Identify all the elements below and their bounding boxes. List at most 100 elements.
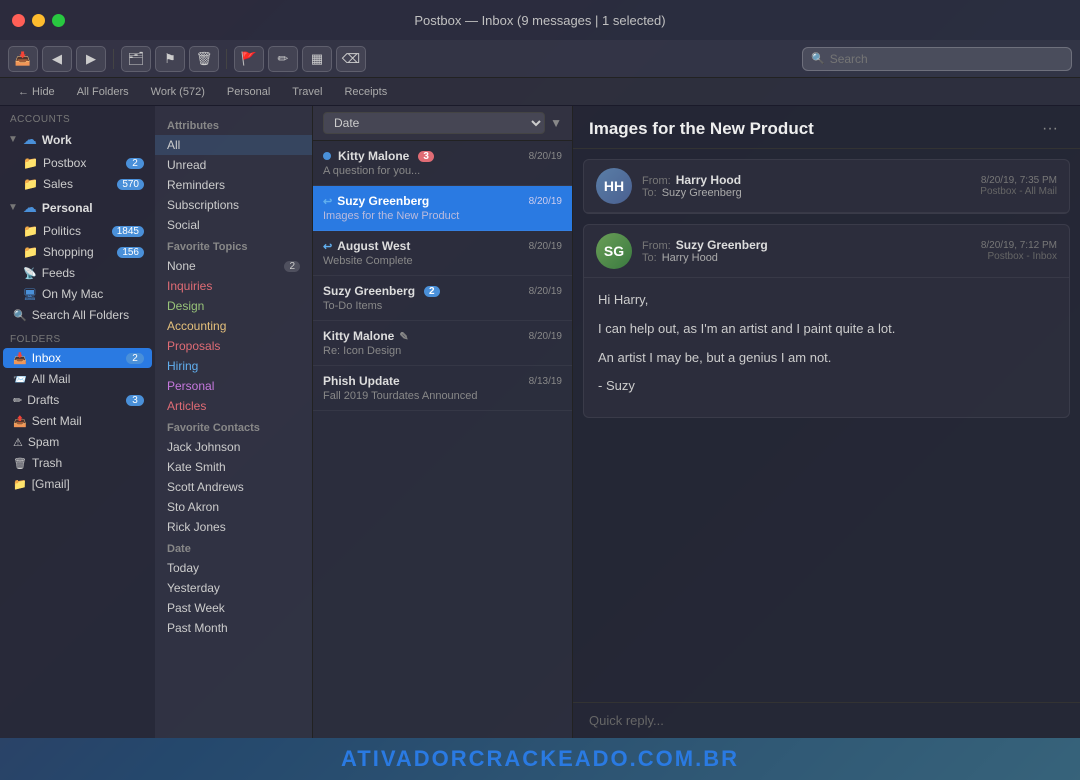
sidebar-item-sales[interactable]: 📁 Sales 570: [3, 174, 152, 194]
work-cloud-icon: ☁: [23, 131, 37, 148]
sidebar-personal-group[interactable]: ▼ ☁ Personal: [0, 195, 155, 220]
email-1-timestamp-block: 8/20/19, 7:35 PM Postbox - All Mail: [980, 175, 1057, 197]
filter-personal[interactable]: Personal: [155, 376, 312, 396]
detail-menu-button[interactable]: ···: [1036, 118, 1064, 140]
message-list: Date ▼ Kitty Malone 3 8/20/19 A question…: [313, 106, 573, 738]
maximize-button[interactable]: [52, 14, 65, 27]
filter-contact-rick[interactable]: Rick Jones: [155, 517, 312, 537]
message-item-1[interactable]: Kitty Malone 3 8/20/19 A question for yo…: [313, 141, 572, 186]
filter-view-button[interactable]: ▦: [302, 46, 332, 72]
filter-past-week[interactable]: Past Week: [155, 598, 312, 618]
minimize-button[interactable]: [32, 14, 45, 27]
drafts-label: Drafts: [27, 393, 121, 407]
drafts-count: 3: [126, 395, 144, 406]
gmail-label: [Gmail]: [32, 477, 144, 491]
filter-panel: Attributes All Unread Reminders Subscrip…: [155, 106, 313, 738]
tag-button[interactable]: 🚩: [234, 46, 264, 72]
message-item-3[interactable]: ↩ August West 8/20/19 Website Complete: [313, 231, 572, 276]
flag-button[interactable]: ⚑: [155, 46, 185, 72]
sidebar-item-sent-mail[interactable]: 📤 Sent Mail: [3, 411, 152, 431]
sidebar-work-label: Work: [42, 133, 72, 147]
back-button[interactable]: ◀: [42, 46, 72, 72]
politics-label: Politics: [43, 224, 107, 238]
detail-panel: Images for the New Product ··· HH From: …: [573, 106, 1080, 738]
sidebar-item-postbox[interactable]: 📁 Postbox 2: [3, 153, 152, 173]
filter-reminders[interactable]: Reminders: [155, 175, 312, 195]
sidebar-item-drafts[interactable]: ✏ Drafts 3: [3, 390, 152, 410]
filter-today[interactable]: Today: [155, 558, 312, 578]
sidebar-item-shopping[interactable]: 📁 Shopping 156: [3, 242, 152, 262]
tab-all-folders[interactable]: All Folders: [67, 81, 139, 103]
message-item-5[interactable]: Kitty Malone ✎ 8/20/19 Re: Icon Design: [313, 321, 572, 366]
filter-contact-kate[interactable]: Kate Smith: [155, 457, 312, 477]
filter-subscriptions[interactable]: Subscriptions: [155, 195, 312, 215]
message-item-6[interactable]: Phish Update 8/13/19 Fall 2019 Tourdates…: [313, 366, 572, 411]
filter-design[interactable]: Design: [155, 296, 312, 316]
filter-proposals[interactable]: Proposals: [155, 336, 312, 356]
close-button[interactable]: [12, 14, 25, 27]
filter-contact-scott[interactable]: Scott Andrews: [155, 477, 312, 497]
filter-inquiries[interactable]: Inquiries: [155, 276, 312, 296]
postbox-label: Postbox: [43, 156, 121, 170]
search-icon: 🔍: [811, 52, 825, 65]
window-title: Postbox — Inbox (9 messages | 1 selected…: [414, 13, 665, 28]
sidebar-item-inbox[interactable]: 📥 Inbox 2: [3, 348, 152, 368]
sidebar-item-politics[interactable]: 📁 Politics 1845: [3, 221, 152, 241]
unread-dot-1: [323, 152, 331, 160]
sidebar-item-search-all[interactable]: 🔍 Search All Folders: [3, 305, 152, 325]
message-list-header: Date ▼: [313, 106, 572, 141]
inbox-icon: 📥: [13, 352, 27, 365]
message-item-4[interactable]: Suzy Greenberg 2 8/20/19 To-Do Items: [313, 276, 572, 321]
forward-button[interactable]: ▶: [76, 46, 106, 72]
sidebar-item-gmail[interactable]: 📁 [Gmail]: [3, 474, 152, 494]
filter-yesterday[interactable]: Yesterday: [155, 578, 312, 598]
sidebar-item-on-my-mac[interactable]: 🖥 On My Mac: [3, 284, 152, 304]
sort-select[interactable]: Date: [323, 112, 545, 134]
from-label-2: From:: [642, 240, 671, 252]
eraser-button[interactable]: ⌫: [336, 46, 366, 72]
msg-sender-3: ↩ August West: [323, 239, 410, 253]
compose-button[interactable]: ✏: [268, 46, 298, 72]
filter-social[interactable]: Social: [155, 215, 312, 235]
filter-contact-sto[interactable]: Sto Akron: [155, 497, 312, 517]
tab-hide[interactable]: ← Hide: [8, 81, 65, 103]
filter-past-month[interactable]: Past Month: [155, 618, 312, 638]
inbox-count: 2: [126, 353, 144, 364]
filter-accounting[interactable]: Accounting: [155, 316, 312, 336]
search-input[interactable]: [830, 52, 1063, 66]
sidebar-item-spam[interactable]: ⚠ Spam: [3, 432, 152, 452]
tab-receipts[interactable]: Receipts: [334, 81, 397, 103]
sidebar-item-trash[interactable]: 🗑 Trash: [3, 453, 152, 473]
trash-label: Trash: [32, 456, 144, 470]
msg-preview-4: To-Do Items: [323, 300, 562, 312]
filter-hiring[interactable]: Hiring: [155, 356, 312, 376]
message-item-2[interactable]: ↩ Suzy Greenberg 8/20/19 Images for the …: [313, 186, 572, 231]
filter-none[interactable]: None 2: [155, 256, 312, 276]
msg-date-2: 8/20/19: [529, 196, 562, 207]
get-mail-button[interactable]: 📥: [8, 46, 38, 72]
reply-icon-2: ↩: [323, 195, 332, 208]
to-label-1: To:: [642, 187, 657, 199]
tab-personal[interactable]: Personal: [217, 81, 280, 103]
delete-button[interactable]: 🗑: [189, 46, 219, 72]
msg-sender-1: Kitty Malone 3: [323, 149, 434, 163]
date-section: Date: [155, 537, 312, 558]
archive-button[interactable]: 🗂: [121, 46, 151, 72]
email-2-meta: From: Suzy Greenberg To: Harry Hood: [642, 238, 971, 264]
msg-date-5: 8/20/19: [529, 331, 562, 342]
sidebar-item-all-mail[interactable]: 📨 All Mail: [3, 369, 152, 389]
from-label-1: From:: [642, 175, 671, 187]
tab-work[interactable]: Work (572): [141, 81, 215, 103]
sidebar-item-feeds[interactable]: 📡 Feeds: [3, 263, 152, 283]
tab-travel[interactable]: Travel: [282, 81, 332, 103]
sidebar-work-group[interactable]: ▼ ☁ Work: [0, 127, 155, 152]
filter-all[interactable]: All: [155, 135, 312, 155]
filter-articles[interactable]: Articles: [155, 396, 312, 416]
filter-unread[interactable]: Unread: [155, 155, 312, 175]
filter-contact-jack[interactable]: Jack Johnson: [155, 437, 312, 457]
mac-icon: 🖥: [23, 288, 37, 301]
sidebar-personal-label: Personal: [42, 201, 93, 215]
quick-reply-bar[interactable]: Quick reply...: [573, 702, 1080, 738]
shopping-folder-icon: 📁: [23, 245, 38, 259]
email-card-1-header: HH From: Harry Hood To: Suzy Greenberg: [584, 160, 1069, 213]
